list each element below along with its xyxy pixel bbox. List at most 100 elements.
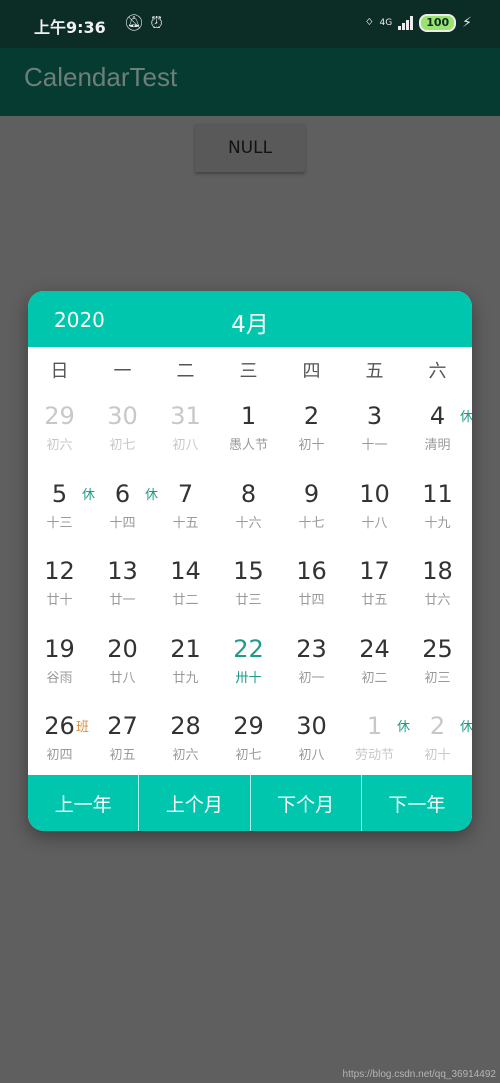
day-cell[interactable]: 24 初二: [343, 629, 406, 706]
day-number: 11: [422, 479, 453, 508]
lunar-date: 初五: [109, 748, 136, 763]
next-month-button[interactable]: 下个月: [251, 775, 362, 831]
lunar-date: 廿九: [172, 670, 199, 686]
day-cell[interactable]: 10 十八: [343, 474, 406, 551]
day-number: 12: [44, 557, 75, 585]
day-cell[interactable]: 12 廿十: [28, 551, 91, 628]
day-cell[interactable]: 13 廿一: [91, 551, 154, 628]
day-cell[interactable]: 19 谷雨: [28, 629, 91, 706]
day-number: 14: [170, 557, 201, 585]
watermark: https://blog.csdn.net/qq_36914492: [342, 1069, 496, 1080]
lunar-date: 廿三: [235, 593, 262, 608]
weekday-label: 五: [365, 361, 384, 382]
workday-badge: 班: [75, 720, 89, 735]
lunar-date: 廿一: [109, 593, 136, 608]
calendar-header: 2020 4月: [28, 291, 472, 347]
battery-icon: 100: [419, 14, 457, 32]
weekday-row: 日一二三四五六: [28, 357, 472, 387]
day-cell[interactable]: 26 初四班: [28, 706, 91, 783]
day-cell[interactable]: 28 初六: [154, 706, 217, 783]
day-number: 24: [359, 634, 390, 663]
day-number: 2: [303, 402, 320, 430]
day-number: 9: [303, 479, 320, 508]
day-cell[interactable]: 8 十六: [217, 474, 280, 551]
prev-month-button[interactable]: 上个月: [139, 775, 251, 831]
lunar-date: 初一: [298, 670, 325, 686]
day-cell[interactable]: 21 廿九: [154, 629, 217, 706]
lunar-date: 谷雨: [46, 670, 73, 686]
notifications-off-icon: 🔕︎: [124, 13, 145, 32]
lunar-date: 十八: [361, 515, 388, 531]
day-number: 20: [107, 634, 138, 663]
day-cell[interactable]: 15 廿三: [217, 551, 280, 628]
day-cell[interactable]: 4 清明休: [406, 396, 472, 473]
day-cell[interactable]: 30 初七: [91, 396, 154, 473]
day-cell[interactable]: 18 廿六: [406, 551, 469, 628]
day-cell[interactable]: 30 初八: [280, 706, 343, 783]
day-number: 25: [422, 634, 453, 663]
signal-icon: [398, 16, 414, 30]
day-cell[interactable]: 11 十九: [406, 474, 469, 551]
lunar-date: 初六: [172, 748, 199, 763]
day-cell[interactable]: 27 初五: [91, 706, 154, 783]
null-button[interactable]: NULL: [195, 124, 305, 172]
day-number: 28: [170, 712, 201, 740]
day-number: 1: [240, 402, 257, 430]
calendar-month: 4月: [231, 312, 269, 338]
status-right-icons: ᛜ 4G 100 ⚡︎: [365, 14, 472, 32]
calendar-footer: 上一年 上个月 下个月 下一年: [28, 775, 472, 831]
next-year-button[interactable]: 下一年: [362, 775, 472, 831]
app-title: CalendarTest: [24, 62, 178, 92]
lunar-date: 清明: [424, 438, 451, 453]
day-cell[interactable]: 25 初三: [406, 629, 469, 706]
lunar-date: 初二: [361, 670, 388, 686]
lunar-date: 初十: [298, 438, 325, 453]
day-number: 7: [177, 479, 194, 508]
day-cell[interactable]: 1 劳动节休: [343, 706, 410, 783]
day-cell[interactable]: 6 十四休: [91, 474, 158, 551]
day-cell[interactable]: 2 初十: [280, 396, 343, 473]
weekday-label: 一: [113, 361, 132, 382]
calendar-dialog: 2020 4月 日 一 二 三 四 五 六 29 初六 30 初七 31 初八 1 愚人节 2 初十 3 十一 4 清…: [28, 291, 472, 831]
lunar-date: 初七: [109, 438, 136, 453]
day-cell[interactable]: 29 初七: [217, 706, 280, 783]
lunar-date: 愚人节: [228, 438, 268, 453]
day-cell[interactable]: 16 廿四: [280, 551, 343, 628]
lunar-date: 初七: [235, 748, 262, 763]
lunar-date: 廿五: [361, 593, 388, 608]
lunar-date: 劳动节: [354, 748, 394, 763]
day-number: 21: [170, 634, 201, 663]
day-cell[interactable]: 2 初十休: [406, 706, 472, 783]
lunar-date: 初三: [424, 670, 451, 686]
day-cell[interactable]: 3 十一: [343, 396, 406, 473]
day-number: 29: [233, 712, 264, 740]
day-cell[interactable]: 17 廿五: [343, 551, 406, 628]
day-cell[interactable]: 31 初八: [154, 396, 217, 473]
lunar-date: 廿四: [298, 593, 325, 608]
prev-year-button[interactable]: 上一年: [28, 775, 140, 831]
day-cell[interactable]: 29 初六: [28, 396, 91, 473]
lunar-date: 廿六: [424, 593, 451, 608]
day-number: 18: [422, 557, 453, 585]
day-cell[interactable]: 7 十五: [154, 474, 217, 551]
day-number: 15: [233, 557, 264, 585]
lunar-date: 十四: [109, 515, 136, 531]
day-cell[interactable]: 1 愚人节: [217, 396, 280, 473]
bluetooth-icon: ᛜ: [365, 15, 374, 31]
weekday-label: 日: [50, 361, 69, 382]
day-cell[interactable]: 23 初一: [280, 629, 343, 706]
day-cell[interactable]: 5 十三休: [28, 474, 95, 551]
day-number: 23: [296, 634, 327, 663]
day-cell[interactable]: 22 卅十: [217, 629, 280, 706]
day-cell[interactable]: 20 廿八: [91, 629, 154, 706]
day-number: 8: [240, 479, 257, 508]
holiday-badge: 休: [459, 410, 472, 425]
status-bar: 上午9:36 🔕︎ ⏰︎ ᛜ 4G 100 ⚡︎: [0, 0, 500, 48]
day-number: 30: [296, 712, 327, 740]
charging-icon: ⚡︎: [462, 15, 472, 31]
day-cell[interactable]: 14 廿二: [154, 551, 217, 628]
weekday-label: 四: [302, 361, 321, 382]
weekday-label: 三: [239, 361, 258, 382]
day-cell[interactable]: 9 十七: [280, 474, 343, 551]
day-number: 17: [359, 557, 390, 585]
